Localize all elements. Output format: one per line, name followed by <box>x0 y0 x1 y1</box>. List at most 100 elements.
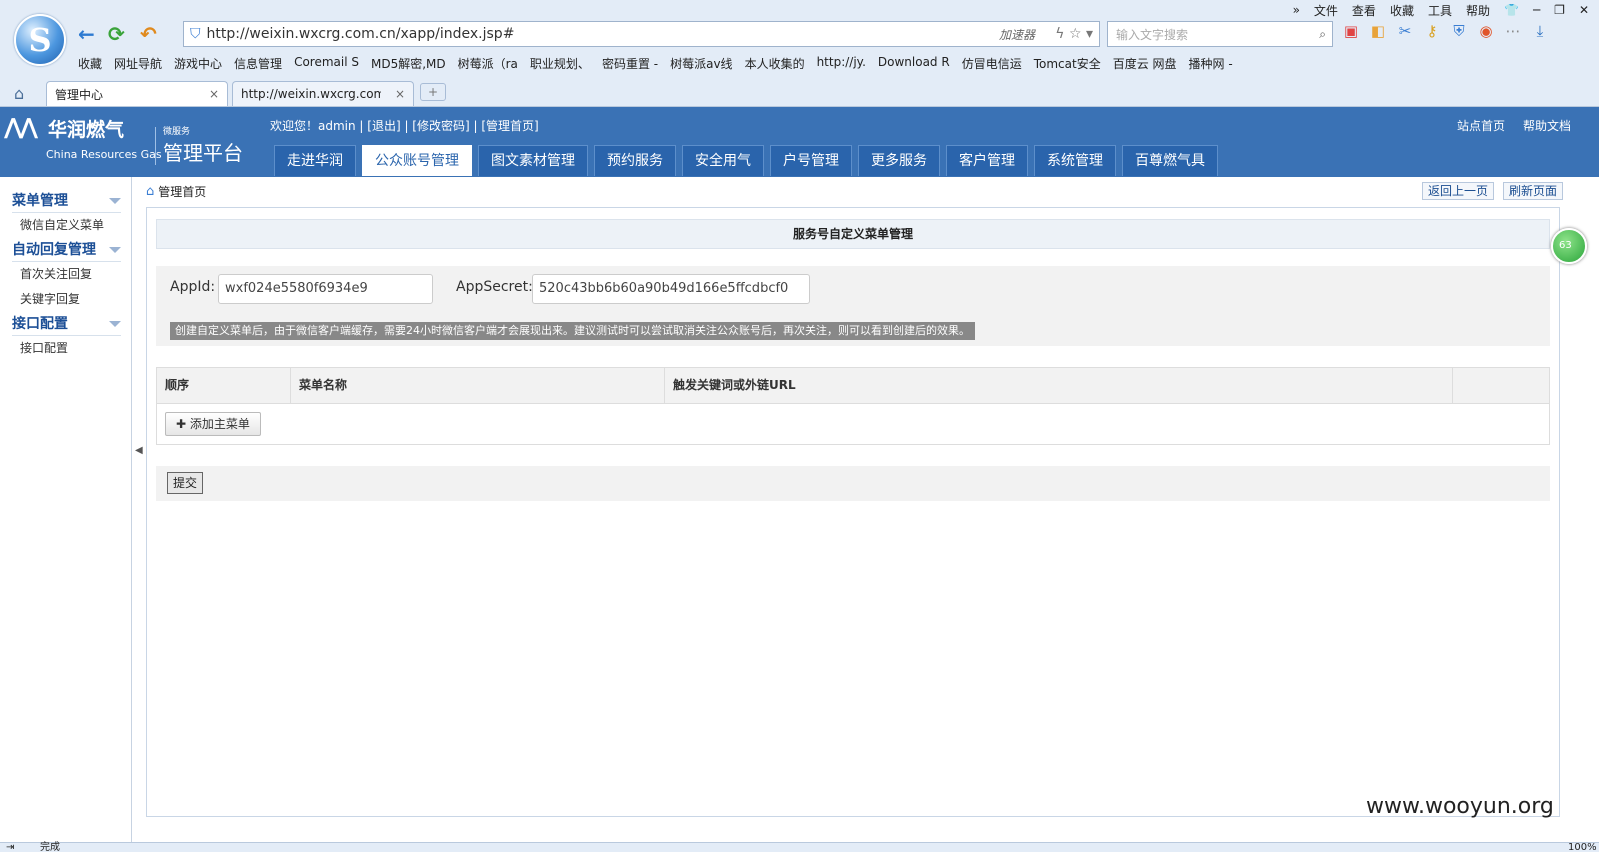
address-url[interactable]: http://weixin.wxcrg.com.cn/xapp/index.js… <box>207 26 515 42</box>
sidebar-group-auto-reply[interactable]: 自动回复管理 <box>12 238 121 262</box>
refresh-icon[interactable]: ⟳ <box>108 22 125 46</box>
close-icon[interactable]: ✕ <box>1579 3 1589 17</box>
screenshot-icon[interactable]: ▣ <box>1342 22 1360 40</box>
menu-panel: 服务号自定义菜单管理 AppId: wxf024e5580f6934e9 App… <box>146 207 1560 817</box>
menu-view[interactable]: 查看 <box>1352 2 1376 19</box>
appid-input[interactable]: wxf024e5580f6934e9 <box>218 274 433 304</box>
tab-management-center[interactable]: 管理中心 × <box>46 81 228 106</box>
download-icon[interactable]: ⤓ <box>1531 22 1549 40</box>
address-bar[interactable]: ⛉ http://weixin.wxcrg.com.cn/xapp/index.… <box>183 21 1100 47</box>
search-input[interactable]: 输入文字搜索 ⌕ <box>1107 21 1333 47</box>
welcome-text[interactable]: 欢迎您！admin | [退出] | [修改密码] | [管理首页] <box>270 117 539 134</box>
accelerator-label[interactable]: 加速器 <box>999 26 1035 43</box>
nav-tab-active[interactable]: 公众账号管理 <box>362 145 472 176</box>
nav-tab[interactable]: 安全用气 <box>682 145 764 176</box>
bookmark-item[interactable]: MD5解密,MD <box>371 55 446 75</box>
nav-tab[interactable]: 户号管理 <box>770 145 852 176</box>
undo-icon[interactable]: ↶ <box>140 22 157 46</box>
notes-icon[interactable]: ◧ <box>1369 22 1387 40</box>
lightning-icon[interactable]: ϟ <box>1055 26 1064 42</box>
sidebar-group-interface[interactable]: 接口配置 <box>12 312 121 336</box>
nav-tab[interactable]: 走进华润 <box>274 145 356 176</box>
restore-icon[interactable]: ❐ <box>1554 3 1565 17</box>
table-header: 顺序 菜单名称 触发关键词或外链URL <box>157 368 1549 404</box>
scissors-icon[interactable]: ✂ <box>1396 22 1414 40</box>
menu-help[interactable]: 帮助 <box>1466 2 1490 19</box>
nav-tab[interactable]: 图文素材管理 <box>478 145 588 176</box>
bookmark-item[interactable]: 游戏中心 <box>174 55 222 75</box>
address-actions[interactable]: ϟ ☆ ▾ <box>1055 26 1093 42</box>
bookmark-item[interactable]: 信息管理 <box>234 55 282 75</box>
search-placeholder: 输入文字搜索 <box>1116 27 1189 42</box>
sidebar-group-menu[interactable]: 菜单管理 <box>12 189 121 213</box>
star-icon[interactable]: ☆ <box>1069 26 1082 42</box>
home-icon[interactable]: ⌂ <box>14 84 24 103</box>
back-arrow-icon[interactable]: ← <box>78 22 95 46</box>
key-icon[interactable]: ⚷ <box>1423 22 1441 40</box>
sidebar-toggle-icon[interactable]: ⇥ <box>6 843 14 852</box>
sidebar-item-interface-config[interactable]: 接口配置 <box>0 336 131 361</box>
tab-strip: ⌂ 管理中心 × http://weixin.wxcrg.com.cn × + <box>0 80 1599 106</box>
site-home-link[interactable]: 站点首页 <box>1457 117 1505 134</box>
brand-name-zh: 华润燃气 <box>48 119 125 141</box>
help-docs-link[interactable]: 帮助文档 <box>1523 117 1571 134</box>
platform-name: 管理平台 <box>163 141 243 165</box>
collapse-sidebar-icon[interactable]: ◀ <box>135 445 143 456</box>
back-button[interactable]: 返回上一页 <box>1422 182 1495 200</box>
new-tab-button[interactable]: + <box>420 83 446 101</box>
nav-tab[interactable]: 更多服务 <box>858 145 940 176</box>
toolbar-icons: ▣ ◧ ✂ ⚷ ⛨ ◉ ⋯ ⤓ <box>1342 22 1549 40</box>
appsecret-input[interactable]: 520c43bb6b60a90b49d166e5ffcdbcf0 <box>532 274 810 304</box>
translate-icon[interactable]: ◉ <box>1477 22 1495 40</box>
search-icon[interactable]: ⌕ <box>1319 27 1326 42</box>
bookmark-item[interactable]: 职业规划、 <box>530 55 590 75</box>
floating-badge[interactable]: 63 <box>1551 228 1587 264</box>
skin-icon[interactable]: 👕 <box>1504 3 1519 17</box>
menu-favorites[interactable]: 收藏 <box>1390 2 1414 19</box>
menu-expand-icon[interactable]: » <box>1293 3 1300 17</box>
column-order: 顺序 <box>157 368 291 404</box>
nav-tab[interactable]: 百尊燃气具 <box>1122 145 1218 176</box>
nav-tab[interactable]: 预约服务 <box>594 145 676 176</box>
bookmark-item[interactable]: 本人收集的 <box>745 55 805 75</box>
bookmark-item[interactable]: 收藏 <box>78 55 102 75</box>
home-icon: ⌂ <box>146 184 155 199</box>
zoom-level[interactable]: 100% <box>1568 843 1597 852</box>
bookmark-item[interactable]: Download R <box>878 55 950 75</box>
bookmark-item[interactable]: 仿冒电信运 <box>962 55 1022 75</box>
sidebar-item-keyword-reply[interactable]: 关键字回复 <box>0 287 131 312</box>
nav-tab[interactable]: 系统管理 <box>1034 145 1116 176</box>
menu-tools[interactable]: 工具 <box>1428 2 1452 19</box>
tab-label: http://weixin.wxcrg.com.cn <box>241 87 381 101</box>
sidebar-item-first-follow-reply[interactable]: 首次关注回复 <box>0 262 131 287</box>
menu-file[interactable]: 文件 <box>1314 2 1338 19</box>
security-icon[interactable]: ⛨ <box>1450 22 1468 40</box>
bookmark-item[interactable]: 网址导航 <box>114 55 162 75</box>
bookmark-item[interactable]: Tomcat安全 <box>1034 55 1101 75</box>
add-main-menu-button[interactable]: ✚ 添加主菜单 <box>165 412 261 436</box>
submit-button[interactable]: 提交 <box>167 472 204 494</box>
browser-logo-icon[interactable]: S <box>14 14 66 66</box>
tab-close-icon[interactable]: × <box>209 87 219 101</box>
sidebar-group-label: 自动回复管理 <box>12 242 96 258</box>
bookmark-item[interactable]: http://jy. <box>817 55 866 75</box>
minimize-icon[interactable]: ─ <box>1533 3 1540 17</box>
bookmark-item[interactable]: 密码重置 - <box>602 55 658 75</box>
bookmark-item[interactable]: Coremail S <box>294 55 359 75</box>
dropdown-icon[interactable]: ▾ <box>1086 26 1093 42</box>
browser-chrome: S » 文件 查看 收藏 工具 帮助 👕 ─ ❐ ✕ ← ⟳ ↶ ⛉ http:… <box>0 0 1599 107</box>
refresh-button[interactable]: 刷新页面 <box>1503 182 1564 200</box>
top-links: 站点首页 帮助文档 <box>1457 117 1571 134</box>
tab-weixin-url[interactable]: http://weixin.wxcrg.com.cn × <box>232 81 414 106</box>
nav-tab[interactable]: 客户管理 <box>946 145 1028 176</box>
bookmark-item[interactable]: 播种网 - <box>1189 55 1233 75</box>
panel-title: 服务号自定义菜单管理 <box>156 219 1550 249</box>
more-icon[interactable]: ⋯ <box>1504 22 1522 40</box>
breadcrumb-home[interactable]: 管理首页 <box>158 183 206 200</box>
bookmark-item[interactable]: 树莓派av线 <box>670 55 732 75</box>
sidebar-item-custom-menu[interactable]: 微信自定义菜单 <box>0 213 131 238</box>
bookmark-item[interactable]: 百度云 网盘 <box>1113 55 1177 75</box>
tab-close-icon[interactable]: × <box>395 87 405 101</box>
bookmark-item[interactable]: 树莓派（ra <box>458 55 518 75</box>
status-text: 完成 <box>40 842 60 852</box>
